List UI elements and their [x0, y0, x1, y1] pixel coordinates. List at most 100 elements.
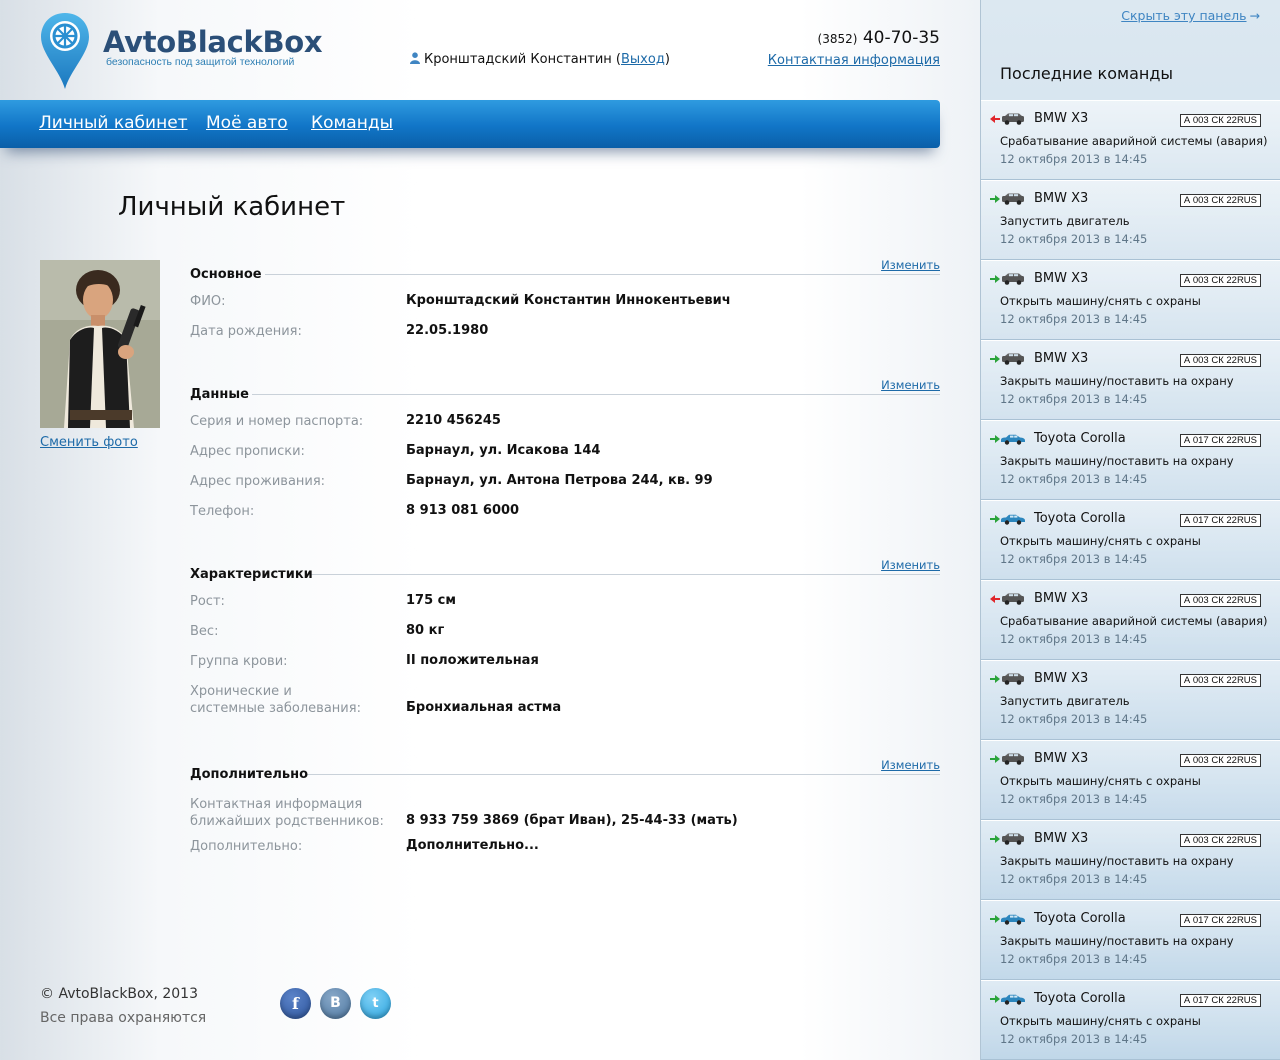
- command-text: Срабатывание аварийной системы (авария): [1000, 134, 1268, 148]
- field-label: Адрес прописки:: [190, 444, 305, 459]
- arrow-right-icon: [990, 275, 1000, 283]
- section-title: Характеристики: [190, 567, 313, 582]
- car-name: BMW X3: [1034, 351, 1089, 366]
- field-label: Контактная информация ближайших родствен…: [190, 796, 390, 830]
- command-item[interactable]: Toyota Corolla А 017 СК 22RUS Открыть ма…: [981, 500, 1280, 580]
- command-time: 12 октября 2013 в 14:45: [1000, 152, 1148, 166]
- command-item[interactable]: BMW X3 А 003 СК 22RUS Открыть машину/сня…: [981, 260, 1280, 340]
- edit-additional-link[interactable]: Изменить: [881, 758, 940, 772]
- nav-item-my-car[interactable]: Моё авто: [206, 113, 288, 133]
- command-text: Закрыть машину/поставить на охрану: [1000, 854, 1234, 868]
- command-item[interactable]: BMW X3 А 003 СК 22RUS Закрыть машину/пос…: [981, 340, 1280, 420]
- car-name: Toyota Corolla: [1034, 911, 1126, 926]
- edit-data-link[interactable]: Изменить: [881, 378, 940, 392]
- command-item[interactable]: BMW X3 А 003 СК 22RUS Запустить двигател…: [981, 660, 1280, 740]
- section-header: Основное Изменить: [190, 258, 940, 286]
- command-text: Открыть машину/снять с охраны: [1000, 534, 1201, 548]
- section-title: Основное: [190, 267, 262, 282]
- sedan-icon: [1001, 994, 1025, 1005]
- command-time: 12 октября 2013 в 14:45: [1000, 1032, 1148, 1046]
- nav-item-commands[interactable]: Команды: [311, 113, 393, 133]
- command-time: 12 октября 2013 в 14:45: [1000, 632, 1148, 646]
- command-text: Открыть машину/снять с охраны: [1000, 1014, 1201, 1028]
- command-text: Открыть машину/снять с охраны: [1000, 294, 1201, 308]
- command-item[interactable]: Toyota Corolla А 017 СК 22RUS Открыть ма…: [981, 980, 1280, 1060]
- change-photo-link[interactable]: Сменить фото: [40, 435, 138, 450]
- suv-icon: [1002, 753, 1024, 765]
- sedan-icon: [1001, 514, 1025, 525]
- section-title: Данные: [190, 387, 249, 402]
- twitter-icon[interactable]: t: [360, 988, 391, 1019]
- command-item[interactable]: BMW X3 А 003 СК 22RUS Запустить двигател…: [981, 180, 1280, 260]
- field-label: Хронические и системные заболевания:: [190, 683, 390, 717]
- car-name: BMW X3: [1034, 831, 1089, 846]
- command-item[interactable]: BMW X3 А 003 СК 22RUS Срабатывание авари…: [981, 580, 1280, 660]
- field-value: II положительная: [406, 653, 539, 668]
- license-plate: А 003 СК 22RUS: [1179, 674, 1261, 687]
- field-label: Группа крови:: [190, 654, 288, 669]
- car-name: BMW X3: [1034, 671, 1089, 686]
- field-row: Хронические и системные заболевания: Бро…: [190, 683, 940, 718]
- section-divider: [252, 394, 940, 395]
- suv-icon: [1002, 273, 1024, 285]
- car-name: BMW X3: [1034, 751, 1089, 766]
- arrow-right-icon: [990, 915, 1000, 923]
- command-list: BMW X3 А 003 СК 22RUS Срабатывание авари…: [981, 100, 1280, 1060]
- contacts-link[interactable]: Контактная информация: [768, 53, 940, 68]
- facebook-icon[interactable]: f: [280, 988, 311, 1019]
- command-text: Запустить двигатель: [1000, 694, 1130, 708]
- sidebar-title: Последние команды: [1000, 64, 1174, 83]
- section-additional: Дополнительно Изменить Контактная информ…: [190, 758, 940, 861]
- field-row: Дополнительно: Дополнительно...: [190, 831, 940, 861]
- command-text: Закрыть машину/поставить на охрану: [1000, 454, 1234, 468]
- command-time: 12 октября 2013 в 14:45: [1000, 792, 1148, 806]
- section-characteristics: Характеристики Изменить Рост: 175 см Вес…: [190, 558, 940, 718]
- commands-sidebar: Скрыть эту панель → Последние команды BMW…: [980, 0, 1280, 1060]
- field-row: Дата рождения: 22.05.1980: [190, 316, 940, 346]
- portrait-image: [40, 260, 160, 428]
- command-time: 12 октября 2013 в 14:45: [1000, 712, 1148, 726]
- license-plate: А 003 СК 22RUS: [1179, 354, 1261, 367]
- field-row: Рост: 175 см: [190, 586, 940, 616]
- command-time: 12 октября 2013 в 14:45: [1000, 872, 1148, 886]
- command-text: Запустить двигатель: [1000, 214, 1130, 228]
- edit-characteristics-link[interactable]: Изменить: [881, 558, 940, 572]
- field-label: Вес:: [190, 624, 219, 639]
- arrow-right-icon: [990, 435, 1000, 443]
- license-plate: А 003 СК 22RUS: [1179, 114, 1261, 127]
- suv-icon: [1002, 673, 1024, 685]
- license-plate: А 003 СК 22RUS: [1179, 274, 1261, 287]
- field-row: Адрес прописки: Барнаул, ул. Исакова 144: [190, 436, 940, 466]
- command-item[interactable]: BMW X3 А 003 СК 22RUS Срабатывание авари…: [981, 100, 1280, 180]
- command-time: 12 октября 2013 в 14:45: [1000, 472, 1148, 486]
- arrow-right-icon: [990, 995, 1000, 1003]
- field-value: 80 кг: [406, 623, 445, 638]
- logout-link[interactable]: Выход: [621, 52, 665, 67]
- command-item[interactable]: BMW X3 А 003 СК 22RUS Закрыть машину/пос…: [981, 820, 1280, 900]
- license-plate: А 017 СК 22RUS: [1179, 434, 1261, 447]
- hide-panel-link[interactable]: Скрыть эту панель →: [1121, 8, 1260, 23]
- command-item[interactable]: Toyota Corolla А 017 СК 22RUS Закрыть ма…: [981, 420, 1280, 500]
- command-time: 12 октября 2013 в 14:45: [1000, 312, 1148, 326]
- field-label-line: ближайших родственников:: [190, 814, 384, 829]
- nav-item-cabinet[interactable]: Личный кабинет: [39, 113, 188, 133]
- field-label: ФИО:: [190, 294, 226, 309]
- section-header: Дополнительно Изменить: [190, 758, 940, 786]
- car-name: Toyota Corolla: [1034, 431, 1126, 446]
- arrow-right-icon: [990, 515, 1000, 523]
- arrow-right-icon: [990, 755, 1000, 763]
- field-value: 175 см: [406, 593, 456, 608]
- hide-panel-label: Скрыть эту панель: [1121, 8, 1247, 23]
- license-plate: А 003 СК 22RUS: [1179, 834, 1261, 847]
- edit-basic-link[interactable]: Изменить: [881, 258, 940, 272]
- field-row: Серия и номер паспорта: 2210 456245: [190, 406, 940, 436]
- command-item[interactable]: Toyota Corolla А 017 СК 22RUS Закрыть ма…: [981, 900, 1280, 980]
- field-value: Барнаул, ул. Исакова 144: [406, 443, 601, 458]
- vkontakte-icon[interactable]: B: [320, 988, 351, 1019]
- suv-icon: [1002, 193, 1024, 205]
- phone: (3852) 40-70-35: [818, 28, 940, 48]
- command-item[interactable]: BMW X3 А 003 СК 22RUS Открыть машину/сня…: [981, 740, 1280, 820]
- field-label: Дополнительно:: [190, 839, 303, 854]
- logo[interactable]: AvtoBlackBox безопасность под защитой те…: [40, 11, 330, 91]
- car-name: BMW X3: [1034, 591, 1089, 606]
